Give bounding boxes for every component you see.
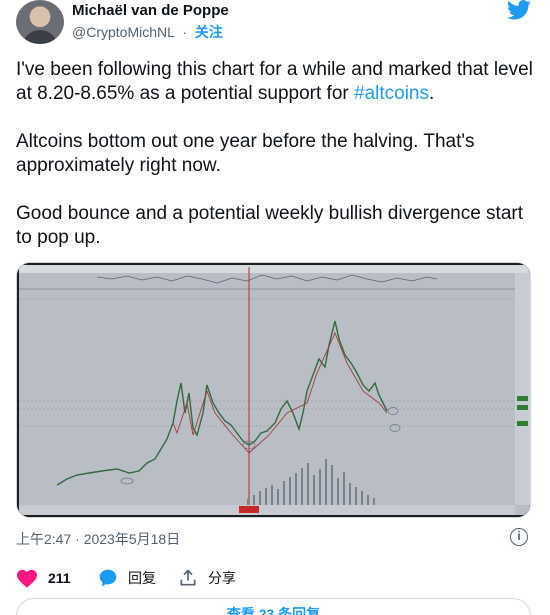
tweet-timestamp[interactable]: 上午2:47 · 2023年5月18日 [16,529,180,549]
share-icon [180,569,196,586]
author-handle[interactable]: @CryptoMichNL [72,24,174,40]
tweet-paragraph: Good bounce and a potential weekly bulli… [16,203,523,248]
hashtag-link[interactable]: #altcoins [354,83,429,104]
tweet-paragraph: I've been following this chart for a whi… [16,59,533,104]
tweet-header: Michaël van de Poppe @CryptoMichNL · 关注 [0,0,550,52]
reply-label: 回复 [128,570,156,586]
like-button[interactable]: 211 [16,566,71,590]
separator-dot: · [182,24,187,40]
follow-button[interactable]: 关注 [195,24,223,40]
tweet-paragraph: Altcoins bottom out one year before the … [16,131,475,176]
share-button[interactable]: 分享 [178,566,236,590]
info-icon[interactable]: i [510,528,528,546]
like-count: 211 [48,570,71,586]
author-name[interactable]: Michaël van de Poppe [72,2,229,19]
price-chart-image [17,263,530,517]
show-more-replies-button[interactable]: 查看 23 条回复 [16,598,531,615]
avatar[interactable] [16,0,64,44]
reply-bubble-icon [99,569,117,587]
share-label: 分享 [208,570,236,586]
heart-icon [17,569,37,588]
tweet-actions: 211 回复 分享 [16,566,536,590]
reply-button[interactable]: 回复 [98,566,156,590]
tweet-media-image[interactable] [16,262,531,518]
twitter-bird-icon[interactable] [506,0,532,20]
tweet-text: I've been following this chart for a whi… [16,58,536,274]
author-handle-row: @CryptoMichNL · 关注 [72,22,223,42]
